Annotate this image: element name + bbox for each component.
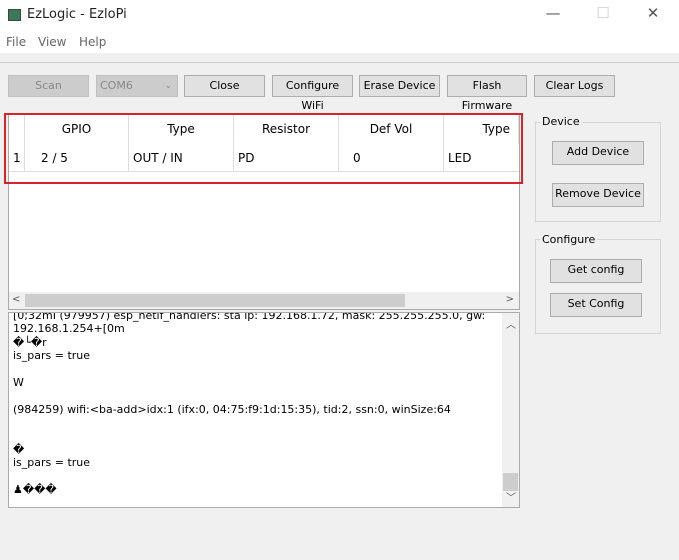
flash-firmware-button[interactable]: Flash Firmware bbox=[447, 75, 527, 112]
vertical-scrollbar[interactable]: ︿ ﹀ bbox=[502, 313, 519, 507]
horizontal-scrollbar[interactable]: < > bbox=[9, 292, 519, 309]
scan-button[interactable]: Scan bbox=[8, 75, 89, 97]
log-text: [0;32mI (979957) esp_netif_handlers: sta… bbox=[13, 312, 486, 497]
chevron-down-icon: ⌄ bbox=[164, 81, 172, 91]
menu-help[interactable]: Help bbox=[79, 35, 106, 49]
port-value: COM6 bbox=[100, 79, 133, 92]
scroll-down-icon[interactable]: ﹀ bbox=[506, 489, 516, 504]
maximize-button[interactable]: ☐ bbox=[588, 4, 618, 22]
clear-logs-button[interactable]: Clear Logs bbox=[534, 75, 615, 97]
title-bar: EzLogic - EzloPi — ☐ ✕ bbox=[0, 0, 679, 31]
scroll-up-icon[interactable]: ︿ bbox=[506, 316, 516, 331]
set-config-button[interactable]: Set Config bbox=[550, 293, 642, 317]
erase-device-button[interactable]: Erase Device bbox=[359, 75, 440, 97]
minimize-button[interactable]: — bbox=[538, 4, 568, 22]
add-device-button[interactable]: Add Device bbox=[552, 141, 644, 165]
device-group bbox=[535, 122, 661, 222]
menu-bar: File View Help bbox=[0, 31, 679, 53]
scroll-left-icon[interactable]: < bbox=[12, 294, 20, 305]
port-select[interactable]: COM6 ⌄ bbox=[96, 75, 178, 97]
configure-group bbox=[535, 239, 661, 334]
menu-view[interactable]: View bbox=[38, 35, 66, 49]
device-group-label: Device bbox=[540, 115, 582, 128]
remove-device-button[interactable]: Remove Device bbox=[552, 183, 644, 207]
log-output[interactable]: [0;32mI (979957) esp_netif_handlers: sta… bbox=[8, 312, 520, 508]
toolbar-separator bbox=[0, 53, 679, 63]
configure-group-label: Configure bbox=[540, 233, 598, 246]
scrollbar-thumb[interactable] bbox=[25, 294, 405, 307]
get-config-button[interactable]: Get config bbox=[550, 259, 642, 283]
close-window-button[interactable]: ✕ bbox=[638, 4, 668, 22]
close-port-button[interactable]: Close bbox=[184, 75, 265, 97]
highlight-box bbox=[4, 113, 523, 184]
scroll-right-icon[interactable]: > bbox=[506, 294, 514, 305]
configure-wifi-button[interactable]: Configure WiFi bbox=[272, 75, 353, 112]
app-icon bbox=[8, 9, 21, 21]
menu-file[interactable]: File bbox=[6, 35, 26, 49]
window-title: EzLogic - EzloPi bbox=[27, 7, 127, 22]
